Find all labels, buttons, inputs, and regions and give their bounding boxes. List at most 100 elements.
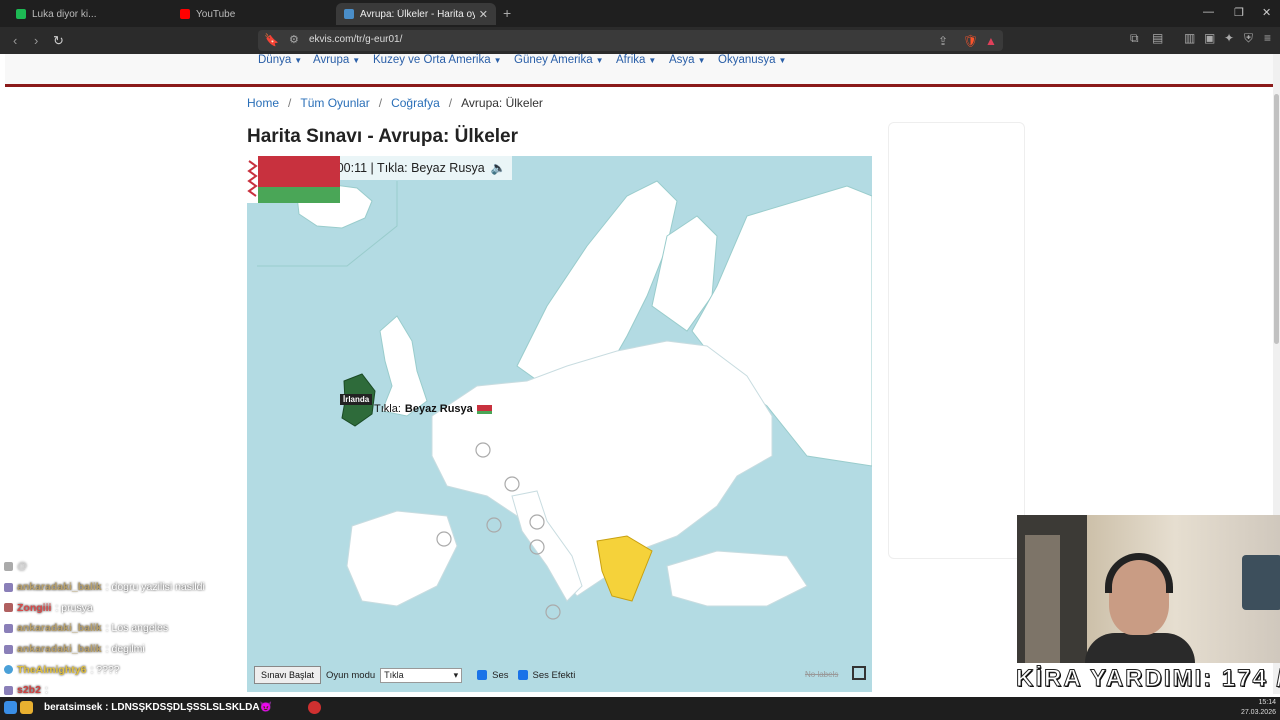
donation-counter: KİRA YARDIMI: 174 / 175 xyxy=(1016,665,1280,693)
breadcrumb-all-games[interactable]: Tüm Oyunlar xyxy=(300,96,369,110)
webcam-overlay xyxy=(1017,515,1280,663)
leo-icon[interactable]: ✦ xyxy=(1224,31,1234,45)
chat-text: : Los angeles xyxy=(105,622,169,635)
start-quiz-button[interactable]: Sınavı Başlat xyxy=(254,666,322,684)
mode-select[interactable]: Tıkla ▾ xyxy=(380,667,463,683)
chat-text: : degilmi xyxy=(105,643,145,656)
country-greece[interactable] xyxy=(596,535,653,602)
close-window-icon[interactable]: ✕ xyxy=(1262,6,1271,19)
address-bar[interactable]: 🔖 ⚙ ekvis.com/tr/g-eur01/ ⇪ 🛡 ▲ xyxy=(258,30,1003,51)
clock-date: 27.03.2026 xyxy=(1240,709,1276,716)
fullscreen-icon[interactable] xyxy=(852,666,866,680)
minimize-icon[interactable]: — xyxy=(1203,6,1214,18)
nav-item-okyanusya[interactable]: Okyanusya ▼ xyxy=(718,54,786,66)
hint-prefix: Tıkla: xyxy=(374,403,401,415)
no-labels-toggle[interactable]: No labels xyxy=(805,670,838,679)
nav-label: Afrika xyxy=(616,54,646,66)
tab-active[interactable]: Avrupa: Ülkeler - Harita oyunu ✕ xyxy=(336,3,496,25)
nav-label: Okyanusya xyxy=(718,54,776,66)
chat-badge-icon xyxy=(4,561,13,571)
chat-message: Zongiii : prusya xyxy=(4,597,244,618)
breadcrumb-current: Avrupa: Ülkeler xyxy=(461,96,543,110)
url-text[interactable]: ekvis.com/tr/g-eur01/ xyxy=(309,34,402,45)
maximize-icon[interactable]: ❐ xyxy=(1234,6,1244,19)
speaker-icon[interactable]: 🔈 xyxy=(491,161,507,176)
nav-item-afrika[interactable]: Afrika ▼ xyxy=(616,54,656,66)
chat-text: : ???? xyxy=(90,663,120,676)
reload-icon[interactable]: ↻ xyxy=(53,33,64,49)
chat-message: ankaradaki_balik : Los angeles xyxy=(4,618,244,639)
file-explorer-icon[interactable] xyxy=(20,701,33,714)
small-country-marker[interactable] xyxy=(545,604,561,620)
nav-item-asya[interactable]: Asya ▼ xyxy=(669,54,706,66)
chat-message: @ xyxy=(4,556,244,577)
chat-badge-icon xyxy=(4,623,13,633)
breadcrumb: Home / Tüm Oyunlar / Coğrafya / Avrupa: … xyxy=(247,96,543,110)
share-icon[interactable]: ⇪ xyxy=(938,34,948,48)
chat-message: ankaradaki_balik : degilmi xyxy=(4,639,244,660)
breadcrumb-home[interactable]: Home xyxy=(247,96,279,110)
chat-badge-icon xyxy=(4,685,13,695)
chat-user: @ xyxy=(17,560,28,573)
sidebar-icon[interactable]: ▥ xyxy=(1184,31,1195,45)
chat-user: s2b2 xyxy=(17,684,41,697)
country-united-kingdom[interactable] xyxy=(379,315,428,417)
effect-checkbox[interactable] xyxy=(517,670,528,680)
nav-item-guney-amerika[interactable]: Güney Amerika ▼ xyxy=(514,54,604,66)
bookmark-icon[interactable]: 🔖 xyxy=(264,33,279,47)
breadcrumb-geography[interactable]: Coğrafya xyxy=(391,96,440,110)
small-country-marker[interactable] xyxy=(486,517,502,533)
obs-icon[interactable] xyxy=(308,701,321,714)
chat-message: ankaradaki_balik : dogru yazilisi nasild… xyxy=(4,577,244,598)
chat-user: Zongiii xyxy=(17,601,52,614)
clock-time: 15:14 xyxy=(1258,699,1276,706)
webcam-poster xyxy=(1242,555,1280,610)
chat-badge-icon xyxy=(4,665,13,675)
system-clock[interactable]: 15:14 27.03.2026 xyxy=(1236,697,1276,718)
menu-icon[interactable]: ≡ xyxy=(1264,31,1271,45)
stream-chat: @ ankaradaki_balik : dogru yazilisi nasi… xyxy=(4,556,244,701)
wallet-icon[interactable]: ▣ xyxy=(1204,31,1215,45)
chat-user: TheAlmighty6 xyxy=(17,663,87,676)
forward-icon[interactable]: › xyxy=(34,33,38,48)
brave-shield-icon[interactable]: 🛡 xyxy=(963,34,978,48)
scrollbar-thumb[interactable] xyxy=(1274,94,1279,344)
reader-icon[interactable]: ▤ xyxy=(1152,31,1163,45)
tab-youtube[interactable]: YouTube xyxy=(172,3,332,25)
nav-label: Kuzey ve Orta Amerika xyxy=(373,54,491,66)
nav-label: Avrupa xyxy=(313,54,350,66)
country-turkey[interactable] xyxy=(666,550,808,607)
nav-item-kuzey-amerika[interactable]: Kuzey ve Orta Amerika ▼ xyxy=(373,54,502,66)
extensions-icon[interactable]: ⧉ xyxy=(1130,31,1139,46)
site-info-icon[interactable]: ⚙ xyxy=(289,33,299,46)
country-spain-portugal[interactable] xyxy=(346,510,458,607)
tab-title: Avrupa: Ülkeler - Harita oyunu xyxy=(360,8,475,20)
breadcrumb-separator: / xyxy=(448,96,453,110)
breadcrumb-separator: / xyxy=(378,96,383,110)
chat-text: : prusya xyxy=(55,601,93,614)
new-tab-button[interactable]: + xyxy=(503,5,511,21)
mode-select-value: Tıkla xyxy=(384,670,404,680)
sound-label: Ses xyxy=(492,669,509,681)
nav-item-dunya[interactable]: Dünya ▼ xyxy=(258,54,302,66)
start-icon[interactable] xyxy=(4,701,17,714)
nav-item-avrupa[interactable]: Avrupa ▼ xyxy=(313,54,360,66)
chevron-down-icon: ▾ xyxy=(453,669,459,680)
headset-icon xyxy=(1105,553,1173,593)
back-icon[interactable]: ‹ xyxy=(13,33,17,48)
chat-user: ankaradaki_balik xyxy=(17,581,102,594)
chat-badge-icon xyxy=(4,644,13,654)
sound-checkbox[interactable] xyxy=(477,670,488,680)
vpn-icon[interactable]: ⛨ xyxy=(1244,31,1253,46)
europe-map-svg[interactable] xyxy=(247,156,872,692)
breadcrumb-separator: / xyxy=(288,96,292,110)
tab-title: YouTube xyxy=(196,8,236,20)
chat-message: TheAlmighty6 : ???? xyxy=(4,659,244,680)
chat-user: ankaradaki_balik xyxy=(17,643,102,656)
brave-rewards-icon[interactable]: ▲ xyxy=(985,34,997,48)
spotify-icon xyxy=(16,9,26,19)
tab-spotify[interactable]: Luka diyor ki... xyxy=(8,3,168,25)
quiz-map[interactable]: ⠿ 3/47 | 60% | 00:11 | Tıkla: Beyaz Rusy… xyxy=(247,156,872,692)
close-tab-icon[interactable]: ✕ xyxy=(479,8,488,21)
sidebar-ad-placeholder xyxy=(888,122,1025,559)
